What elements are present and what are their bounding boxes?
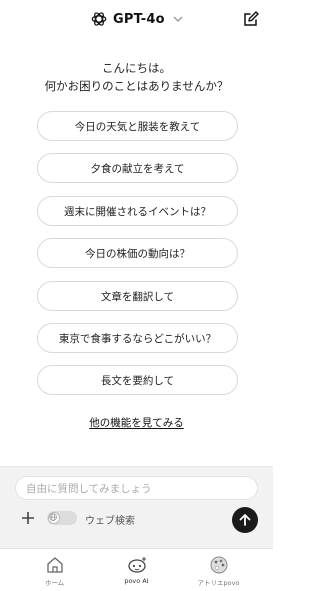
- toggle-knob: [48, 512, 60, 524]
- openai-logo-icon: [91, 12, 107, 26]
- composer: 自由に質問してみましょう ウェブ検索: [0, 466, 273, 548]
- greeting: こんにちは。 何かお困りのことはありませんか？: [0, 59, 273, 95]
- suggestion-button[interactable]: 今日の天気と服装を教えて: [37, 111, 238, 141]
- tab-povo-ai[interactable]: povo AI: [91, 549, 182, 591]
- prompt-input[interactable]: 自由に質問してみましょう: [15, 476, 258, 500]
- arrow-up-icon: [239, 514, 251, 526]
- web-search-toggle[interactable]: [47, 511, 77, 525]
- tab-label: ホーム: [44, 579, 65, 587]
- bottom-tab-bar: ホーム povo AI アトリエpovo: [0, 548, 273, 591]
- tab-atelier-povo[interactable]: アトリエpovo: [173, 549, 264, 591]
- tab-home[interactable]: ホーム: [9, 549, 100, 591]
- suggestion-button[interactable]: 東京で食事するならどこがいい？: [37, 323, 238, 353]
- top-bar: GPT-4o: [0, 0, 273, 40]
- greeting-line-1: こんにちは。: [102, 61, 171, 75]
- suggestion-button[interactable]: 夕食の献立を考えて: [37, 153, 238, 183]
- more-features-link[interactable]: 他の機能を見てみる: [0, 415, 273, 430]
- palette-icon: [210, 556, 227, 574]
- chevron-down-icon: [173, 16, 183, 22]
- greeting-line-2: 何かお困りのことはありませんか？: [44, 79, 229, 93]
- model-selector[interactable]: GPT-4o: [90, 10, 184, 28]
- suggestion-button[interactable]: 長文を要約して: [37, 365, 238, 395]
- globe-icon: [49, 513, 57, 521]
- tab-label: アトリエpovo: [197, 579, 240, 587]
- suggestion-button[interactable]: 文章を翻訳して: [37, 281, 238, 311]
- web-search-label: ウェブ検索: [85, 516, 135, 527]
- tab-label: povo AI: [124, 577, 149, 585]
- send-button[interactable]: [232, 507, 258, 533]
- home-icon: [46, 557, 63, 573]
- suggestion-button[interactable]: 今日の株価の動向は？: [37, 238, 238, 268]
- suggestion-button[interactable]: 週末に開催されるイベントは？: [37, 196, 238, 226]
- plus-icon[interactable]: [21, 511, 35, 525]
- new-chat-icon[interactable]: [243, 11, 259, 27]
- model-name: GPT-4o: [113, 11, 165, 27]
- robot-icon: [127, 557, 146, 573]
